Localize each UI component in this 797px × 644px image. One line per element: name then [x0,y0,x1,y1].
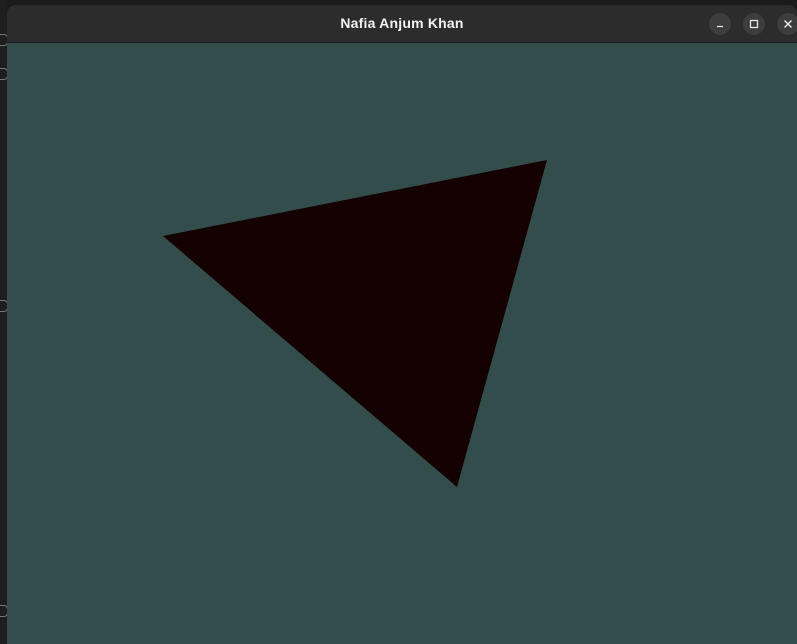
close-button[interactable] [777,13,797,35]
maximize-button[interactable] [743,13,765,35]
maximize-icon [749,19,759,29]
render-canvas [7,43,797,644]
background-window-edge [0,0,8,644]
rendered-triangle [163,160,547,487]
window-title: Nafia Anjum Khan [340,15,464,31]
app-window: Nafia Anjum Khan [7,5,797,644]
canvas-surface [163,160,547,487]
minimize-button[interactable] [709,13,731,35]
window-titlebar[interactable]: Nafia Anjum Khan [7,5,797,43]
close-icon [784,20,792,28]
minimize-icon [717,25,723,28]
